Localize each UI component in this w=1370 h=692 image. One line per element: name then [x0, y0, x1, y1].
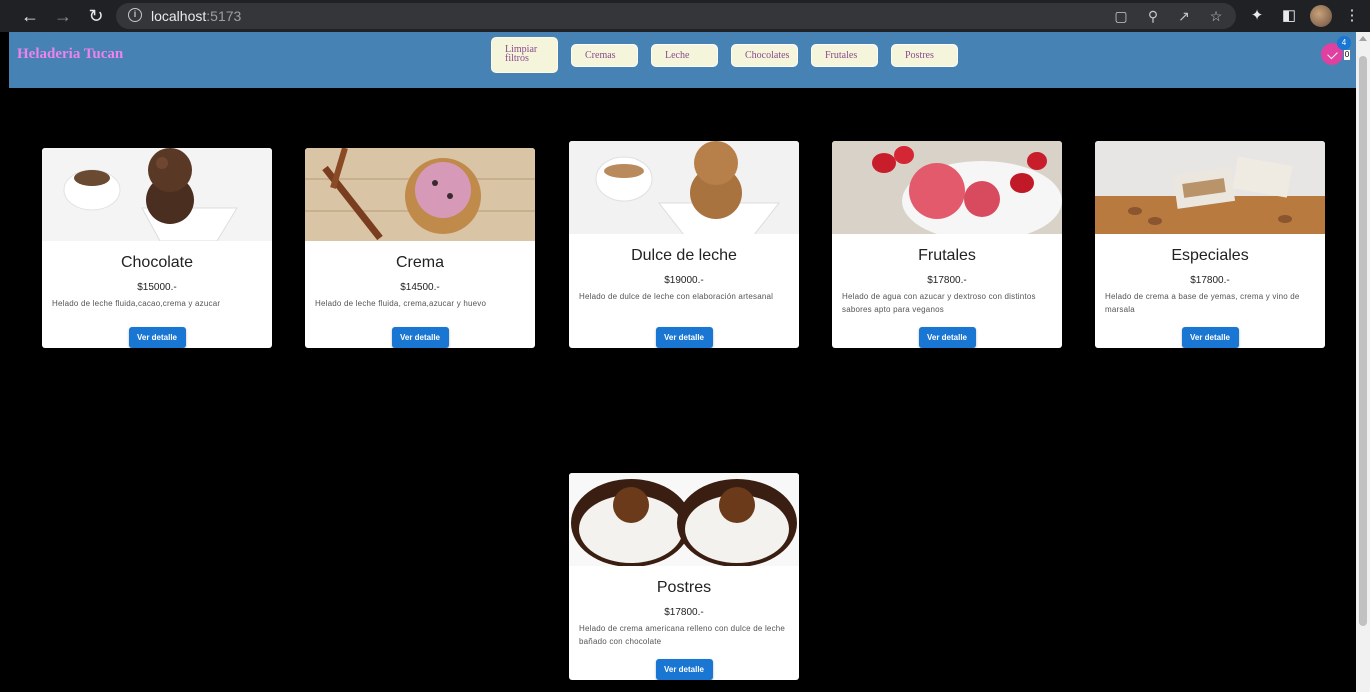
profile-avatar[interactable] [1310, 5, 1332, 27]
product-price: $17800.- [1190, 275, 1230, 286]
share-icon[interactable]: ↗ [1176, 8, 1192, 24]
product-image-chocolate [42, 148, 272, 241]
product-image-especiales [1095, 141, 1325, 234]
filter-chocolates-button[interactable]: Chocolates [731, 44, 798, 67]
detail-button[interactable]: Ver detalle [391, 327, 449, 348]
browser-toolbar: ← → ↻ i localhost:5173 ▢ ⚲ ↗ ☆ ✦ ◧ ⋮ [0, 0, 1370, 32]
product-card-crema: Crema $14500.- Helado de leche fluida, c… [305, 148, 535, 348]
product-card-frutales: Frutales $17800.- Helado de agua con azu… [832, 141, 1062, 348]
product-card-chocolate: Chocolate $15000.- Helado de leche fluid… [42, 148, 272, 348]
product-description: Helado de crema americana relleno con du… [579, 624, 786, 646]
page-scrollbar[interactable] [1356, 32, 1370, 692]
filter-clear-button[interactable]: Limpiar filtros [491, 37, 558, 73]
product-image-postres [569, 473, 799, 566]
scrollbar-thumb[interactable] [1359, 56, 1367, 626]
product-price: $17800.- [664, 607, 704, 618]
address-bar[interactable]: i localhost:5173 ▢ ⚲ ↗ ☆ [116, 3, 1236, 29]
product-price: $14500.- [400, 282, 440, 293]
back-arrow-icon[interactable]: ← [20, 6, 40, 26]
translate-icon[interactable]: ▢ [1113, 8, 1129, 24]
product-description: Helado de leche fluida,cacao,crema y azu… [52, 299, 221, 308]
product-price: $15000.- [137, 282, 177, 293]
scroll-up-arrow-icon[interactable] [1359, 36, 1367, 41]
url-port: :5173 [206, 8, 242, 24]
forward-arrow-icon[interactable]: → [53, 6, 73, 26]
product-title: Chocolate [120, 254, 194, 271]
side-panel-icon[interactable]: ◧ [1279, 6, 1299, 26]
site-info-icon[interactable]: i [128, 8, 142, 22]
detail-button[interactable]: Ver detalle [655, 659, 713, 680]
bookmark-star-icon[interactable]: ☆ [1208, 8, 1224, 24]
detail-button[interactable]: Ver detalle [918, 327, 976, 348]
product-image-frutales [832, 141, 1062, 234]
brand-title[interactable]: Heladeria Tucan [17, 46, 123, 63]
product-description: Helado de crema a base de yemas, crema y… [1105, 292, 1300, 314]
url-host: localhost [151, 8, 207, 24]
filter-cremas-button[interactable]: Cremas [571, 44, 638, 67]
product-description: Helado de agua con azucar y dextroso con… [842, 292, 1036, 314]
product-image-dulce-de-leche [569, 141, 799, 234]
product-price: $17800.- [927, 275, 967, 286]
product-price: $19000.- [664, 275, 704, 286]
reload-icon[interactable]: ↻ [86, 6, 106, 26]
product-image-crema [305, 148, 535, 241]
menu-kebab-icon[interactable]: ⋮ [1342, 6, 1362, 26]
extensions-puzzle-icon[interactable]: ✦ [1247, 6, 1267, 26]
product-card-dulce-de-leche: Dulce de leche $19000.- Helado de dulce … [569, 141, 799, 348]
detail-button[interactable]: Ver detalle [655, 327, 713, 348]
filter-leche-button[interactable]: Leche [651, 44, 718, 67]
product-description: Helado de dulce de leche con elaboración… [579, 292, 774, 301]
filter-postres-button[interactable]: Postres [891, 44, 958, 67]
product-title: Frutales [918, 247, 976, 264]
product-title: Postres [656, 579, 712, 596]
product-description: Helado de leche fluida, crema,azucar y h… [315, 299, 487, 308]
detail-button[interactable]: Ver detalle [1181, 327, 1239, 348]
detail-button[interactable]: Ver detalle [128, 327, 186, 348]
product-card-especiales: Especiales $17800.- Helado de crema a ba… [1095, 141, 1325, 348]
product-title: Crema [395, 254, 444, 271]
app-navbar: Heladeria Tucan Limpiar filtros Cremas L… [9, 32, 1356, 88]
product-title: Dulce de leche [631, 247, 737, 264]
filter-frutales-button[interactable]: Frutales [811, 44, 878, 67]
url-text[interactable]: localhost:5173 [151, 8, 241, 24]
product-card-postres: Postres $17800.- Helado de crema america… [569, 473, 799, 680]
product-title: Especiales [1171, 247, 1249, 264]
zoom-icon[interactable]: ⚲ [1145, 8, 1161, 24]
cart-badge: 4 [1337, 36, 1351, 50]
cart-count: 0 [1344, 50, 1350, 60]
